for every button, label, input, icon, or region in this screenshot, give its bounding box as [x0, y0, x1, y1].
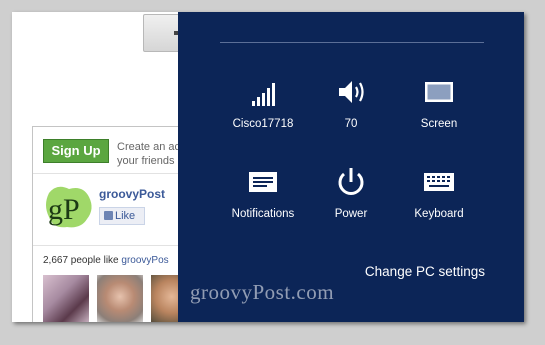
network-tile[interactable]: Cisco17718 [218, 76, 308, 130]
power-tile[interactable]: Power [306, 166, 396, 220]
fan-photo[interactable] [43, 275, 89, 322]
notifications-label: Notifications [231, 208, 295, 220]
screen-tile[interactable]: Screen [394, 76, 484, 130]
notifications-icon [249, 172, 277, 192]
network-label: Cisco17718 [232, 118, 294, 130]
keyboard-label: Keyboard [414, 208, 464, 220]
keyboard-icon [424, 173, 454, 191]
people-like-link[interactable]: groovyPos [121, 255, 168, 266]
page-name-link[interactable]: groovyPost [99, 187, 165, 201]
divider [220, 42, 484, 43]
watermark: groovyPost.com [190, 280, 335, 304]
screenshot-frame: Sign Up Create an ac your friends gP gro… [12, 12, 524, 322]
groovypost-logo[interactable]: gP [43, 183, 95, 231]
power-label: Power [334, 208, 368, 220]
fan-photo[interactable] [97, 275, 143, 322]
like-button[interactable]: Like [99, 207, 145, 225]
volume-tile[interactable]: 70 [306, 76, 396, 130]
like-label: Like [115, 210, 136, 222]
power-icon [338, 168, 364, 195]
screen-label: Screen [420, 118, 458, 130]
notifications-tile[interactable]: Notifications [218, 166, 308, 220]
change-pc-settings-link[interactable]: Change PC settings [365, 264, 485, 279]
people-like-count: 2,667 people like [43, 255, 122, 266]
thumbs-up-icon [104, 211, 113, 220]
keyboard-tile[interactable]: Keyboard [394, 166, 484, 220]
logo-text: gP [48, 193, 80, 226]
people-like-text: 2,667 people like groovyPos [43, 255, 169, 266]
volume-label: 70 [344, 118, 358, 130]
sign-up-button[interactable]: Sign Up [43, 139, 109, 163]
settings-charm-panel: Cisco17718 70 Screen Notifications Power… [178, 12, 524, 322]
speaker-volume-icon [339, 81, 364, 103]
wifi-signal-icon [252, 83, 275, 106]
screen-brightness-icon [425, 82, 453, 102]
